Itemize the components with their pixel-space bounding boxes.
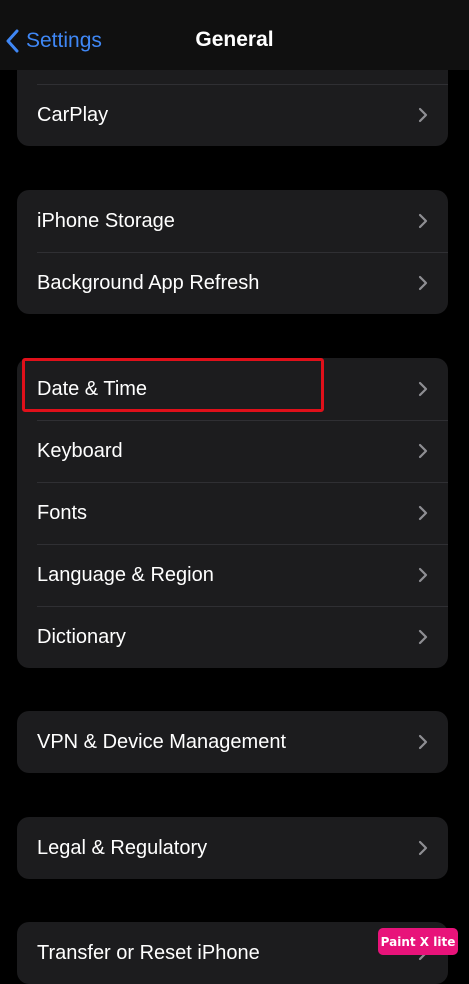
list-item-keyboard[interactable]: Keyboard	[17, 420, 448, 482]
navigation-bar: Settings General	[0, 0, 469, 70]
list-item-carplay[interactable]: CarPlay	[17, 84, 448, 146]
settings-group-storage: iPhone Storage Background App Refresh	[17, 190, 448, 314]
list-item-language-region[interactable]: Language & Region	[17, 544, 448, 606]
list-item-label: VPN & Device Management	[37, 730, 287, 753]
settings-group-vpn: VPN & Device Management	[17, 711, 448, 773]
list-item-label: Dictionary	[37, 625, 126, 648]
chevron-right-icon	[418, 213, 428, 229]
list-item-iphone-storage[interactable]: iPhone Storage	[17, 190, 448, 252]
watermark-badge: Paint X lite	[378, 928, 458, 955]
settings-group-locale: Date & Time Keyboard Fonts Language & Re…	[17, 358, 448, 668]
list-item-label: Keyboard	[37, 439, 123, 462]
list-item-label: Transfer or Reset iPhone	[37, 941, 260, 964]
chevron-right-icon	[418, 840, 428, 856]
list-item-label: Language & Region	[37, 563, 214, 586]
chevron-right-icon	[418, 567, 428, 583]
list-item-fonts[interactable]: Fonts	[17, 482, 448, 544]
list-item-label: Fonts	[37, 501, 88, 524]
chevron-right-icon	[418, 505, 428, 521]
list-item-label: CarPlay	[37, 103, 109, 126]
list-item-dictionary[interactable]: Dictionary	[17, 606, 448, 668]
list-item-vpn-device-management[interactable]: VPN & Device Management	[17, 711, 448, 773]
chevron-right-icon	[418, 629, 428, 645]
list-item-label: iPhone Storage	[37, 209, 175, 232]
chevron-right-icon	[418, 381, 428, 397]
list-item-date-time[interactable]: Date & Time	[17, 358, 448, 420]
list-item-label: Legal & Regulatory	[37, 836, 208, 859]
chevron-right-icon	[418, 275, 428, 291]
chevron-right-icon	[418, 443, 428, 459]
settings-group-legal: Legal & Regulatory	[17, 817, 448, 879]
list-item-background-app-refresh[interactable]: Background App Refresh	[17, 252, 448, 314]
page-title: General	[195, 28, 274, 51]
list-item-label: Background App Refresh	[37, 271, 260, 294]
chevron-right-icon	[418, 734, 428, 750]
chevron-right-icon	[418, 107, 428, 123]
list-item-label: Date & Time	[37, 377, 148, 400]
list-item-legal-regulatory[interactable]: Legal & Regulatory	[17, 817, 448, 879]
